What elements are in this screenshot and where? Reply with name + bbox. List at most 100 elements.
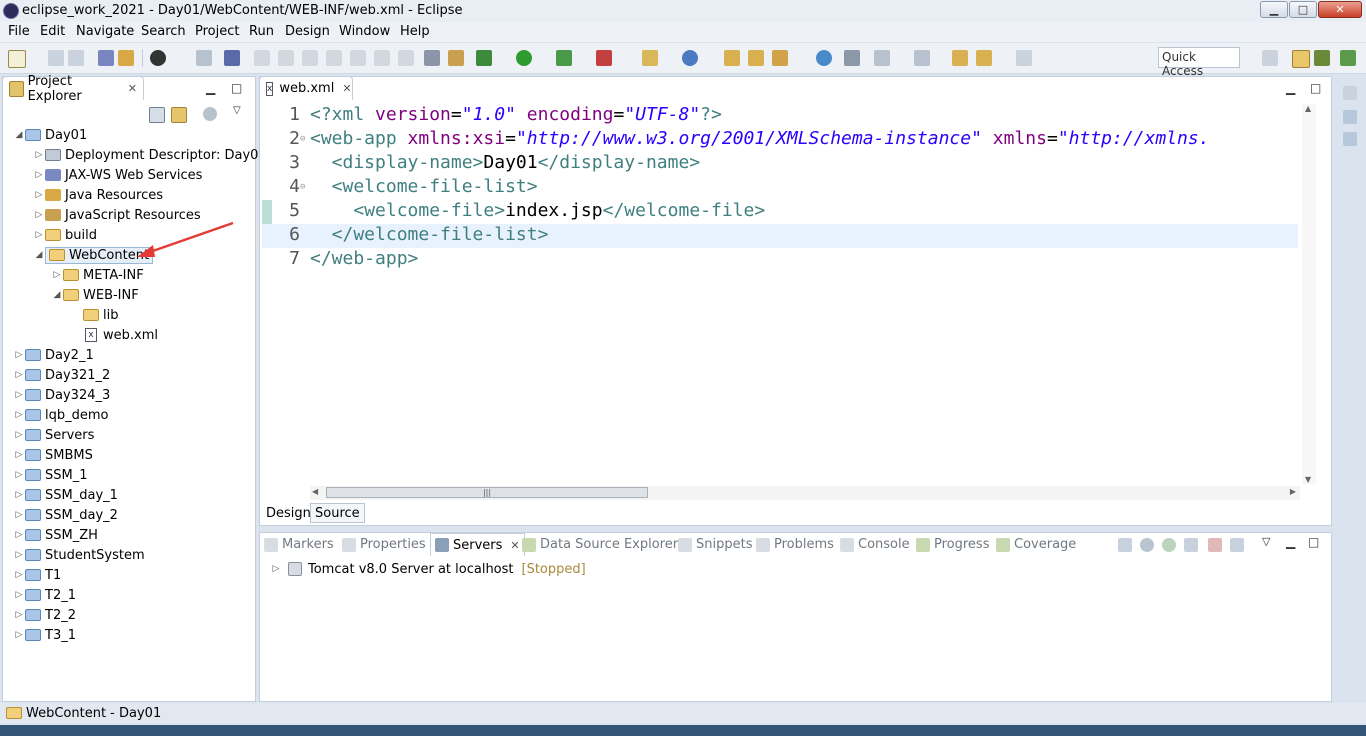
tree-item-smbms[interactable]: ▷ SMBMS — [13, 445, 93, 465]
open-type-icon[interactable] — [118, 50, 134, 66]
tree-item-t3-1[interactable]: ▷ T3_1 — [13, 625, 76, 645]
expanded-arrow-icon[interactable]: ◢ — [13, 130, 25, 140]
open-console-icon[interactable] — [448, 50, 464, 66]
tree-item-ssm-day-1[interactable]: ▷ SSM_day_1 — [13, 485, 118, 505]
tree-item-web-xml[interactable]: x web.xml — [85, 325, 158, 345]
menu-file[interactable]: File — [8, 24, 30, 39]
tab-web-xml[interactable]: x web.xml ✕ — [259, 76, 353, 100]
skip-breakpoints-icon[interactable] — [224, 50, 240, 66]
menu-run[interactable]: Run — [249, 24, 274, 39]
collapsed-arrow-icon[interactable]: ▷ — [13, 510, 25, 520]
tree-item-day2-1[interactable]: ▷ Day2_1 — [13, 345, 94, 365]
tree-item-ssm-zh[interactable]: ▷ SSM_ZH — [13, 525, 98, 545]
tab-servers[interactable]: Servers ✕ — [430, 533, 525, 556]
scroll-down-icon[interactable]: ▼ — [1305, 475, 1311, 484]
collapsed-arrow-icon[interactable]: ▷ — [13, 430, 25, 440]
maximize-editor-icon[interactable]: □ — [1310, 81, 1321, 95]
run-icon[interactable] — [516, 50, 532, 66]
open-folder-icon[interactable] — [724, 50, 740, 66]
collapsed-arrow-icon[interactable]: ▷ — [13, 630, 25, 640]
close-tab-icon[interactable]: ✕ — [342, 82, 351, 95]
minimize-button[interactable]: ▁ — [1260, 1, 1288, 18]
previous-annotation-icon[interactable] — [914, 50, 930, 66]
tree-item-day321-2[interactable]: ▷ Day321_2 — [13, 365, 111, 385]
external-tools-icon[interactable] — [596, 50, 612, 66]
scroll-up-icon[interactable]: ▲ — [1305, 104, 1311, 113]
browser-icon[interactable] — [816, 50, 832, 66]
debug-server-icon[interactable] — [1140, 538, 1154, 552]
scroll-right-icon[interactable]: ▶ — [1290, 487, 1296, 496]
java-perspective-icon[interactable] — [1314, 50, 1330, 66]
tree-item-ssm-1[interactable]: ▷ SSM_1 — [13, 465, 88, 485]
link-with-editor-icon[interactable] — [171, 107, 187, 123]
collapsed-arrow-icon[interactable]: ▷ — [13, 350, 25, 360]
new-server-icon[interactable] — [642, 50, 658, 66]
tab-design[interactable]: Design — [262, 503, 315, 523]
collapsed-arrow-icon[interactable]: ▷ — [13, 530, 25, 540]
collapsed-arrow-icon[interactable]: ▷ — [13, 570, 25, 580]
collapsed-arrow-icon[interactable]: ▷ — [270, 564, 282, 574]
collapsed-arrow-icon[interactable]: ▷ — [13, 590, 25, 600]
collapsed-arrow-icon[interactable]: ▷ — [33, 170, 45, 180]
maximize-button[interactable]: □ — [1289, 1, 1317, 18]
collapsed-arrow-icon[interactable]: ▷ — [13, 490, 25, 500]
collapse-all-icon[interactable] — [1118, 538, 1132, 552]
tree-item-deployment-descriptor[interactable]: ▷ Deployment Descriptor: Day01 — [33, 145, 267, 165]
collapsed-arrow-icon[interactable]: ▷ — [13, 370, 25, 380]
tree-item-day01[interactable]: ◢ Day01 — [13, 125, 88, 145]
close-window-button[interactable]: ✕ — [1318, 1, 1362, 18]
restore-icon[interactable] — [1343, 86, 1357, 100]
tree-item-jaxws[interactable]: ▷ JAX-WS Web Services — [33, 165, 203, 185]
debug-icon[interactable] — [476, 50, 492, 66]
tree-item-studentsystem[interactable]: ▷ StudentSystem — [13, 545, 145, 565]
tree-item-web-inf[interactable]: ◢ WEB-INF — [51, 285, 139, 305]
view-menu-icon[interactable]: ▽ — [233, 105, 241, 116]
save-all-icon[interactable] — [68, 50, 84, 66]
tab-data-source-explorer[interactable]: Data Source Explorer — [522, 537, 678, 552]
coverage-icon[interactable] — [556, 50, 572, 66]
step-over-icon[interactable] — [374, 50, 390, 66]
collapsed-arrow-icon[interactable]: ▷ — [51, 270, 63, 280]
task-list-icon[interactable] — [1343, 132, 1357, 146]
collapsed-arrow-icon[interactable]: ▷ — [33, 210, 45, 220]
fold-icon[interactable]: ⊖ — [300, 134, 305, 144]
tree-item-meta-inf[interactable]: ▷ META-INF — [51, 265, 144, 285]
menu-navigate[interactable]: Navigate — [76, 24, 134, 39]
tree-item-lqb-demo[interactable]: ▷ lqb_demo — [13, 405, 109, 425]
collapsed-arrow-icon[interactable]: ▷ — [33, 150, 45, 160]
quick-access-field[interactable]: Quick Access — [1158, 47, 1240, 78]
minimize-editor-icon[interactable]: ▁ — [1286, 81, 1295, 95]
tree-item-lib[interactable]: lib — [83, 305, 118, 325]
collapsed-arrow-icon[interactable]: ▷ — [13, 410, 25, 420]
jee-perspective-icon[interactable] — [1292, 50, 1310, 68]
suspend-icon[interactable] — [278, 50, 294, 66]
menu-window[interactable]: Window — [339, 24, 390, 39]
editor-vertical-scrollbar[interactable]: ▲ ▼ — [1302, 104, 1316, 484]
tree-item-servers[interactable]: ▷ Servers — [13, 425, 95, 445]
outline-icon[interactable] — [1343, 110, 1357, 124]
profile-server-icon[interactable] — [1184, 538, 1198, 552]
maximize-view-icon[interactable]: □ — [231, 81, 242, 95]
menu-design[interactable]: Design — [285, 24, 330, 39]
tree-item-build[interactable]: ▷ build — [33, 225, 97, 245]
tab-snippets[interactable]: Snippets — [678, 537, 752, 552]
step-into-icon[interactable] — [350, 50, 366, 66]
server-entry[interactable]: ▷ Tomcat v8.0 Server at localhost [Stopp… — [270, 560, 586, 578]
collapsed-arrow-icon[interactable]: ▷ — [13, 450, 25, 460]
menu-help[interactable]: Help — [400, 24, 430, 39]
tab-project-explorer[interactable]: Project Explorer ✕ — [2, 74, 144, 104]
menu-search[interactable]: Search — [141, 24, 186, 39]
collapsed-arrow-icon[interactable]: ▷ — [13, 390, 25, 400]
maximize-view-icon[interactable]: □ — [1308, 535, 1319, 549]
editor-horizontal-scrollbar[interactable]: ◀ ||| ▶ — [310, 486, 1300, 500]
scroll-left-icon[interactable]: ◀ — [312, 487, 318, 496]
focus-icon[interactable] — [203, 107, 217, 121]
tab-markers[interactable]: Markers — [264, 537, 334, 552]
fold-icon[interactable]: ⊖ — [300, 182, 305, 192]
open-file-icon[interactable] — [748, 50, 764, 66]
tab-console[interactable]: Console — [840, 537, 910, 552]
tab-source[interactable]: Source — [310, 503, 365, 523]
debug-perspective-icon[interactable] — [1340, 50, 1356, 66]
collapsed-arrow-icon[interactable]: ▷ — [33, 190, 45, 200]
menu-edit[interactable]: Edit — [40, 24, 65, 39]
